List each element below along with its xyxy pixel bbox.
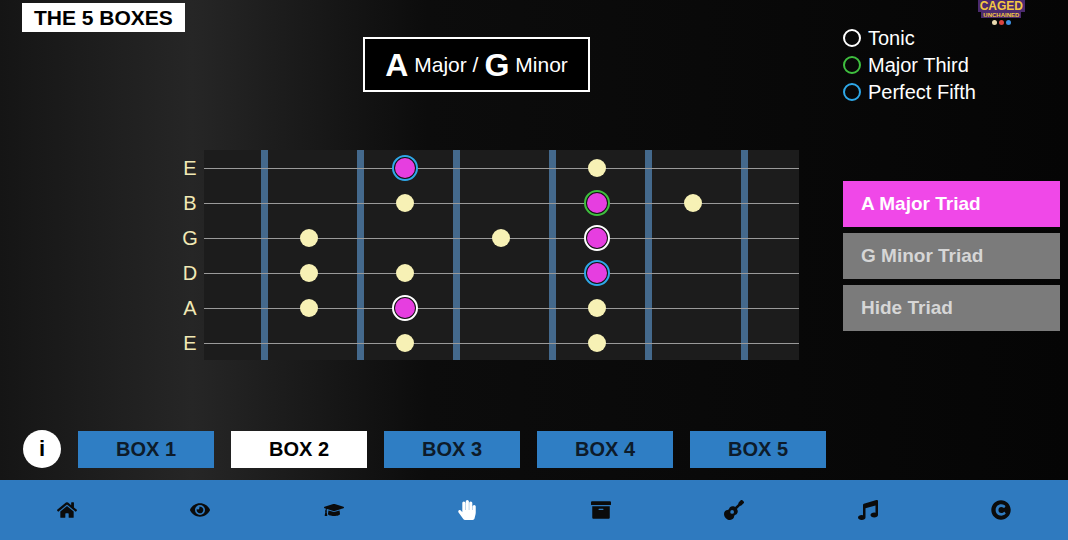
triad-note-dot (392, 155, 418, 181)
nav-button[interactable] (47, 490, 87, 530)
info-button[interactable]: i (23, 430, 61, 468)
scale-note-dot (588, 159, 606, 177)
triad-note-dot (584, 225, 610, 251)
box-tab[interactable]: BOX 3 (384, 431, 520, 468)
string-line (204, 343, 799, 344)
logo-dot (999, 20, 1004, 25)
logo-text: UNCHAINED (981, 12, 1021, 18)
string-row (204, 150, 799, 185)
logo-dot (992, 20, 997, 25)
fret (453, 150, 460, 360)
nav-button[interactable] (581, 490, 621, 530)
string-label: D (176, 255, 204, 290)
string-row (204, 220, 799, 255)
main-area: THE 5 BOXES A Major / G Minor TonicMajor Thir… (0, 0, 1068, 480)
app-screen: CAGEDUNCHAINEDTHE 5 BOXESAMajor /GMinorT… (0, 0, 1068, 540)
triad-button[interactable]: G Minor Triad (843, 233, 1060, 279)
triad-button[interactable]: A Major Triad (843, 181, 1060, 227)
legend-circle (843, 56, 861, 74)
graduation-cap-icon (324, 500, 344, 520)
logo: CAGEDUNCHAINED (978, 0, 1025, 25)
bottom-nav (0, 480, 1068, 540)
logo-text: CAGED (978, 0, 1025, 12)
fret (357, 150, 364, 360)
string-row (204, 185, 799, 220)
triad-button[interactable]: Hide Triad (843, 285, 1060, 331)
string-label: G (176, 220, 204, 255)
scale-note-dot (396, 194, 414, 212)
fretboard-row: EBGDAEA Major TriadG Minor TriadHide Tri… (0, 150, 1068, 360)
hand-icon (457, 500, 477, 520)
legend-circle (843, 29, 861, 47)
fretboard (204, 150, 799, 360)
nav-button[interactable] (714, 490, 754, 530)
string-labels: EBGDAE (176, 150, 204, 360)
guitar-icon (724, 500, 744, 520)
fret (741, 150, 748, 360)
scale-note-dot (684, 194, 702, 212)
legend-item: Tonic (843, 24, 1068, 51)
key-title-part: G (484, 49, 509, 81)
scale-note-dot (492, 229, 510, 247)
scale-note-dot (588, 299, 606, 317)
key-title-part: Minor (515, 54, 568, 75)
eye-icon (190, 500, 210, 520)
scale-note-dot (588, 334, 606, 352)
scale-note-dot (300, 299, 318, 317)
string-label: A (176, 290, 204, 325)
legend-circle (843, 83, 861, 101)
string-line (204, 168, 799, 169)
string-row (204, 290, 799, 325)
nav-button[interactable] (180, 490, 220, 530)
box-tab[interactable]: BOX 2 (231, 431, 367, 468)
box-row: i BOX 1 BOX 2 BOX 3 BOX 4 BOX 5 (0, 430, 1068, 468)
nav-button[interactable] (314, 490, 354, 530)
string-line (204, 273, 799, 274)
top-row: THE 5 BOXES A Major / G Minor TonicMajor Thir… (0, 0, 1068, 150)
scale-note-dot (300, 264, 318, 282)
string-line (204, 203, 799, 204)
box-tab[interactable]: BOX 1 (78, 431, 214, 468)
string-label: B (176, 185, 204, 220)
triad-note-dot (584, 260, 610, 286)
key-title-part: A (385, 49, 408, 81)
nav-button[interactable] (848, 490, 888, 530)
triad-note-dot (584, 190, 610, 216)
scale-note-dot (396, 334, 414, 352)
nav-button[interactable] (447, 490, 487, 530)
string-row (204, 325, 799, 360)
box-tab[interactable]: BOX 5 (690, 431, 826, 468)
page-title: THE 5 BOXES (22, 3, 185, 32)
scale-note-dot (300, 229, 318, 247)
nav-button[interactable] (981, 490, 1021, 530)
fret (549, 150, 556, 360)
key-title-box: A Major / G Minor (363, 37, 590, 92)
triad-note-dot (392, 295, 418, 321)
fret (645, 150, 652, 360)
fret (261, 150, 268, 360)
box-tab[interactable]: BOX 4 (537, 431, 673, 468)
legend-item: Perfect Fifth (843, 78, 1068, 105)
string-line (204, 308, 799, 309)
logo-dot (1006, 20, 1011, 25)
archive-icon (591, 500, 611, 520)
triad-buttons: A Major Triad G Minor Triad Hide Triad (843, 150, 1060, 360)
string-label: E (176, 150, 204, 185)
string-label: E (176, 325, 204, 360)
legend-item: Major Third (843, 51, 1068, 78)
scale-note-dot (396, 264, 414, 282)
home-icon (57, 500, 77, 520)
c-circle-icon (991, 500, 1011, 520)
music-note-icon (858, 500, 878, 520)
key-title-part: Major / (414, 54, 478, 75)
string-row (204, 255, 799, 290)
